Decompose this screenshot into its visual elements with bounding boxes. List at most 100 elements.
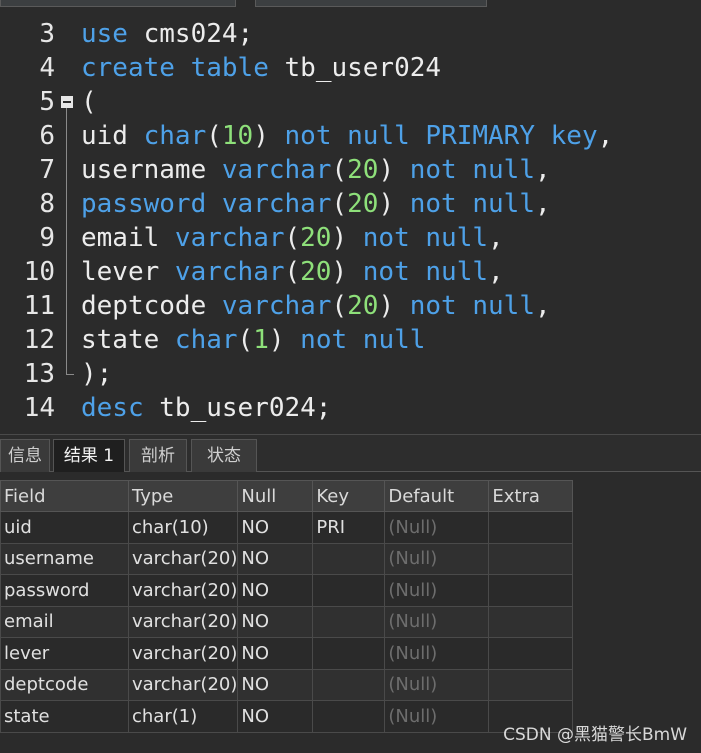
- editor-tab-secondary[interactable]: [255, 0, 487, 7]
- result-tab[interactable]: 结果 1: [53, 439, 125, 472]
- code-text: state char(1) not null: [81, 323, 425, 357]
- sql-keyword: not null: [409, 155, 535, 185]
- grid-cell[interactable]: [488, 574, 574, 607]
- grid-cell[interactable]: varchar(20): [127, 542, 239, 575]
- grid-cell[interactable]: [488, 605, 574, 638]
- grid-cell[interactable]: [488, 637, 574, 670]
- grid-cell[interactable]: NO: [237, 574, 314, 607]
- column-header[interactable]: Extra: [488, 480, 574, 512]
- grid-cell[interactable]: uid: [0, 511, 129, 544]
- code-line[interactable]: 4 create table tb_user024: [0, 51, 701, 85]
- sql-keyword: varchar: [174, 223, 285, 253]
- sql-keyword: not null: [362, 257, 489, 287]
- code-line[interactable]: 9 email varchar(20) not null,: [0, 221, 701, 255]
- sql-text: (: [331, 291, 348, 321]
- sql-text: ,: [597, 121, 614, 151]
- grid-cell[interactable]: NO: [237, 605, 314, 638]
- watermark: CSDN @黑猫警长BmW: [503, 725, 687, 745]
- sql-number: 20: [347, 155, 379, 185]
- grid-cell[interactable]: (Null): [384, 542, 490, 575]
- grid-cell[interactable]: varchar(20): [127, 637, 239, 670]
- result-tab[interactable]: 信息: [0, 439, 50, 472]
- grid-cell[interactable]: deptcode: [0, 668, 129, 701]
- grid-cell[interactable]: email: [0, 605, 129, 638]
- grid-cell[interactable]: char(1): [127, 700, 239, 733]
- grid-cell[interactable]: [488, 511, 574, 544]
- sql-text: (: [284, 223, 301, 253]
- code-line[interactable]: 6 uid char(10) not null PRIMARY key,: [0, 119, 701, 153]
- editor-tab[interactable]: [0, 0, 236, 7]
- sql-text: cms024;: [127, 19, 254, 49]
- grid-cell[interactable]: NO: [237, 511, 314, 544]
- sql-text: ,: [534, 291, 551, 321]
- grid-cell[interactable]: (Null): [384, 700, 490, 733]
- code-line[interactable]: 8 password varchar(20) not null,: [0, 187, 701, 221]
- grid-cell[interactable]: varchar(20): [127, 605, 239, 638]
- grid-cell[interactable]: varchar(20): [127, 668, 239, 701]
- grid-cell[interactable]: (Null): [384, 574, 490, 607]
- grid-cell[interactable]: [312, 605, 386, 638]
- fold-collapse-icon[interactable]: [61, 96, 73, 108]
- sql-text: ): [378, 291, 410, 321]
- column-header[interactable]: Key: [312, 480, 386, 512]
- line-number: 3: [39, 19, 55, 49]
- code-text: email varchar(20) not null,: [81, 221, 504, 255]
- grid-cell[interactable]: [312, 574, 386, 607]
- sql-number: 20: [300, 257, 332, 287]
- sql-editor[interactable]: 3 use cms024; 4 create table tb_user024 5(6 u…: [0, 14, 701, 434]
- table-row[interactable]: username varchar(20) NO (Null): [0, 542, 574, 575]
- grid-cell[interactable]: NO: [237, 700, 314, 733]
- column-header[interactable]: Null: [237, 480, 314, 512]
- table-row[interactable]: password varchar(20) NO (Null): [0, 574, 574, 607]
- code-line[interactable]: 7 username varchar(20) not null,: [0, 153, 701, 187]
- sql-keyword: create: [81, 53, 175, 83]
- grid-cell[interactable]: [312, 542, 386, 575]
- grid-cell[interactable]: [312, 637, 386, 670]
- grid-cell[interactable]: NO: [237, 637, 314, 670]
- grid-cell[interactable]: (Null): [384, 511, 490, 544]
- code-line[interactable]: 11 deptcode varchar(20) not null,: [0, 289, 701, 323]
- grid-cell[interactable]: NO: [237, 668, 314, 701]
- sql-number: 20: [300, 223, 332, 253]
- table-row[interactable]: email varchar(20) NO (Null): [0, 605, 574, 638]
- sql-text: (: [206, 121, 222, 151]
- grid-cell[interactable]: [312, 700, 386, 733]
- grid-cell[interactable]: varchar(20): [127, 574, 239, 607]
- result-tab[interactable]: 状态: [191, 439, 257, 472]
- code-line[interactable]: 5(: [0, 85, 701, 119]
- code-line[interactable]: 14 desc tb_user024;: [0, 391, 701, 425]
- column-header[interactable]: Default: [384, 480, 490, 512]
- grid-cell[interactable]: PRI: [312, 511, 386, 544]
- grid-cell[interactable]: char(10): [127, 511, 239, 544]
- grid-cell[interactable]: lever: [0, 637, 129, 670]
- code-line[interactable]: 13);: [0, 357, 701, 391]
- result-tab[interactable]: 剖析: [129, 439, 187, 472]
- column-header[interactable]: Type: [127, 480, 239, 512]
- code-line[interactable]: 12 state char(1) not null: [0, 323, 701, 357]
- table-row[interactable]: deptcode varchar(20) NO (Null): [0, 668, 574, 701]
- code-text: lever varchar(20) not null,: [81, 255, 504, 289]
- table-row[interactable]: uid char(10) NO PRI (Null): [0, 511, 574, 544]
- table-row[interactable]: lever varchar(20) NO (Null): [0, 637, 574, 670]
- grid-cell[interactable]: NO: [237, 542, 314, 575]
- sql-keyword: not null: [362, 223, 489, 253]
- grid-cell[interactable]: [488, 668, 574, 701]
- grid-cell[interactable]: state: [0, 700, 129, 733]
- code-line[interactable]: 10 lever varchar(20) not null,: [0, 255, 701, 289]
- sql-text: );: [81, 359, 113, 389]
- column-header[interactable]: Field: [0, 480, 129, 512]
- line-number: 8: [39, 189, 55, 219]
- line-number: 5: [39, 87, 55, 117]
- grid-cell[interactable]: (Null): [384, 637, 490, 670]
- grid-cell[interactable]: password: [0, 574, 129, 607]
- grid-cell[interactable]: [312, 668, 386, 701]
- grid-cell[interactable]: username: [0, 542, 129, 575]
- sql-text: state: [81, 325, 175, 355]
- grid-cell[interactable]: (Null): [384, 668, 490, 701]
- grid-cell[interactable]: [488, 542, 574, 575]
- grid-cell[interactable]: (Null): [384, 605, 490, 638]
- sql-text: ): [378, 189, 410, 219]
- table-row[interactable]: state char(1) NO (Null): [0, 700, 574, 733]
- code-line[interactable]: 3 use cms024;: [0, 17, 701, 51]
